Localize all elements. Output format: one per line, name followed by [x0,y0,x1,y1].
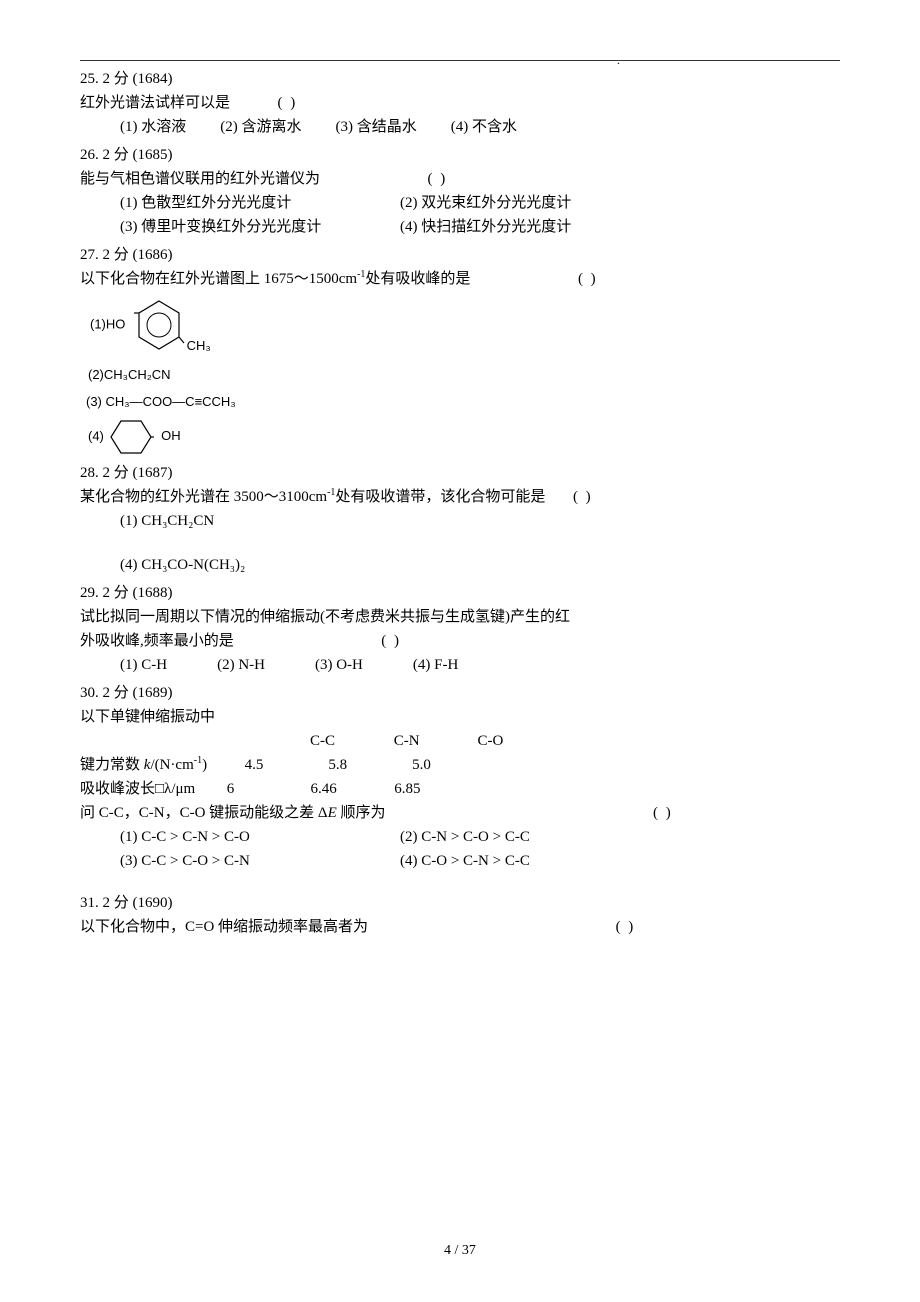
top-dot: . [617,51,620,70]
q27-paren: ( ) [578,267,598,291]
q27-stem-pre: 以下化合物在红外光谱图上 1675～1500cm [80,271,357,287]
q25-header: 25. 2 分 (1684) [80,67,840,91]
q30-col3: C-O [478,729,558,753]
q29-stem1: 试比拟同一周期以下情况的伸缩振动(不考虑费米共振与生成氢键)产生的红 [80,605,840,629]
q27-opt4-label: (4) [88,428,104,443]
q27-opt1-label: (1) [90,316,106,331]
q30-stem: 以下单键伸缩振动中 [80,705,840,729]
q31-header: 31. 2 分 (1690) [80,891,840,915]
q28-opt4: (4) CH₃CO-N(CH₃)₂ [80,553,840,577]
q27-opt1-struct: (1)HO CH₃ [90,295,840,355]
top-rule: . [80,60,840,61]
q26-header: 26. 2 分 (1685) [80,143,840,167]
q30-row1-pre: 键力常数 [80,757,144,773]
q29-options: (1) C-H (2) N-H (3) O-H (4) F-H [80,653,840,677]
q30-col2: C-N [394,729,474,753]
q30-opt2: (2) C-N > C-O > C-C [400,825,680,849]
q30-row1-post: /(N·cm [150,757,193,773]
q30-paren: ( ) [653,801,673,825]
q27-opt1-left: HO [106,316,126,331]
q30-row1-label: 键力常数 k/(N·cm-1) [80,757,211,773]
q25-options: (1) 水溶液 (2) 含游离水 (3) 含结晶水 (4) 不含水 [80,115,840,139]
q26-paren: ( ) [428,167,448,191]
q28-header: 28. 2 分 (1687) [80,461,840,485]
q26-stem: 能与气相色谱仪联用的红外光谱仪为 ( ) [80,167,840,191]
q26-opt4: (4) 快扫描红外分光光度计 [400,215,680,239]
q28-paren: ( ) [573,485,593,509]
q26-opt1: (1) 色散型红外分光光度计 [120,191,400,215]
q25-paren: ( ) [278,91,298,115]
q28-stem-pre: 某化合物的红外光谱在 3500～3100cm [80,489,327,505]
q27-opt1-right: CH₃ [187,338,211,353]
q25-opt4: (4) 不含水 [451,115,517,139]
q25-opt3: (3) 含结晶水 [336,115,417,139]
q30-optrow1: (1) C-C > C-N > C-O (2) C-N > C-O > C-C [80,825,840,849]
q30-row2-label: 吸收峰波长□λ/μm [80,781,195,797]
q30-optrow2: (3) C-C > C-O > C-N (4) C-O > C-N > C-C [80,849,840,873]
q27-stem: 以下化合物在红外光谱图上 1675～1500cm-1处有吸收峰的是 ( ) [80,267,840,291]
q25-stem-text: 红外光谱法试样可以是 [80,95,230,111]
q31-stem: 以下化合物中，C=O 伸缩振动频率最高者为 [80,919,368,935]
q27-opt4-right: OH [161,428,181,443]
q30-opt1: (1) C-C > C-N > C-O [120,825,400,849]
q26-stem-text: 能与气相色谱仪联用的红外光谱仪为 [80,171,320,187]
q30-row1-close: ) [202,757,207,773]
q26-opt3: (3) 傅里叶变换红外分光光度计 [120,215,400,239]
q25-opt2: (2) 含游离水 [220,115,301,139]
q31-stem-row: 以下化合物中，C=O 伸缩振动频率最高者为 ( ) [80,915,840,939]
q30-opt4: (4) C-O > C-N > C-C [400,849,680,873]
q30-ask-E: E [328,805,337,821]
q30-row2-v3: 6.85 [394,777,474,801]
benzene-ring-icon [129,295,189,355]
q29-opt4: (4) F-H [413,653,458,677]
q26-row2: (3) 傅里叶变换红外分光光度计 (4) 快扫描红外分光光度计 [80,215,840,239]
q30-row1-sup: -1 [194,755,202,766]
q29-header: 29. 2 分 (1688) [80,581,840,605]
q30-row1: 键力常数 k/(N·cm-1) 4.5 5.8 5.0 [80,753,840,777]
page-footer: 4 / 37 [0,1240,920,1262]
q31-paren: ( ) [616,915,636,939]
q28-stem-post: 处有吸收谱带，该化合物可能是 [335,489,545,505]
q30-row1-v2: 5.8 [328,753,408,777]
q30-row2: 吸收峰波长□λ/μm 6 6.46 6.85 [80,777,840,801]
q30-header: 30. 2 分 (1689) [80,681,840,705]
q30-row1-v3: 5.0 [412,753,492,777]
q25-stem: 红外光谱法试样可以是 ( ) [80,91,840,115]
q30-col1: C-C [310,729,390,753]
q26-row1: (1) 色散型红外分光光度计 (2) 双光束红外分光光度计 [80,191,840,215]
q28-opt1: (1) CH₃CH₂CN [80,509,840,533]
q29-opt2: (2) N-H [217,653,265,677]
q30-ask-post: 顺序为 [337,805,386,821]
q30-opt3: (3) C-C > C-O > C-N [120,849,400,873]
q27-header: 27. 2 分 (1686) [80,243,840,267]
q30-ask: 问 C-C，C-N，C-O 键振动能级之差 ΔE 顺序为 ( ) [80,801,840,825]
q25-opt1: (1) 水溶液 [120,115,186,139]
q30-row2-v1: 6 [227,777,307,801]
q27-opt3: (3) CH₃—COO—C≡CCH₃ [86,392,840,413]
q29-opt1: (1) C-H [120,653,167,677]
q27-opt2: (2)CH₃CH₂CN [88,365,840,386]
q26-opt2: (2) 双光束红外分光光度计 [400,191,680,215]
q29-stem2-row: 外吸收峰,频率最小的是 ( ) [80,629,840,653]
q30-ask-pre: 问 C-C，C-N，C-O 键振动能级之差 Δ [80,805,328,821]
q29-paren: ( ) [381,629,401,653]
q28-stem: 某化合物的红外光谱在 3500～3100cm-1处有吸收谱带，该化合物可能是 (… [80,485,840,509]
q30-row2-v2: 6.46 [310,777,390,801]
q27-stem-post: 处有吸收峰的是 [365,271,470,287]
q27-opt4-struct: (4) OH [88,417,840,457]
q30-row1-v1: 4.5 [245,753,325,777]
page: . 25. 2 分 (1684) 红外光谱法试样可以是 ( ) (1) 水溶液 … [0,0,920,1302]
q30-col-headers: C-C C-N C-O [80,729,840,753]
q29-opt3: (3) O-H [315,653,363,677]
cyclohexane-icon [108,417,154,457]
q29-stem2: 外吸收峰,频率最小的是 [80,633,234,649]
